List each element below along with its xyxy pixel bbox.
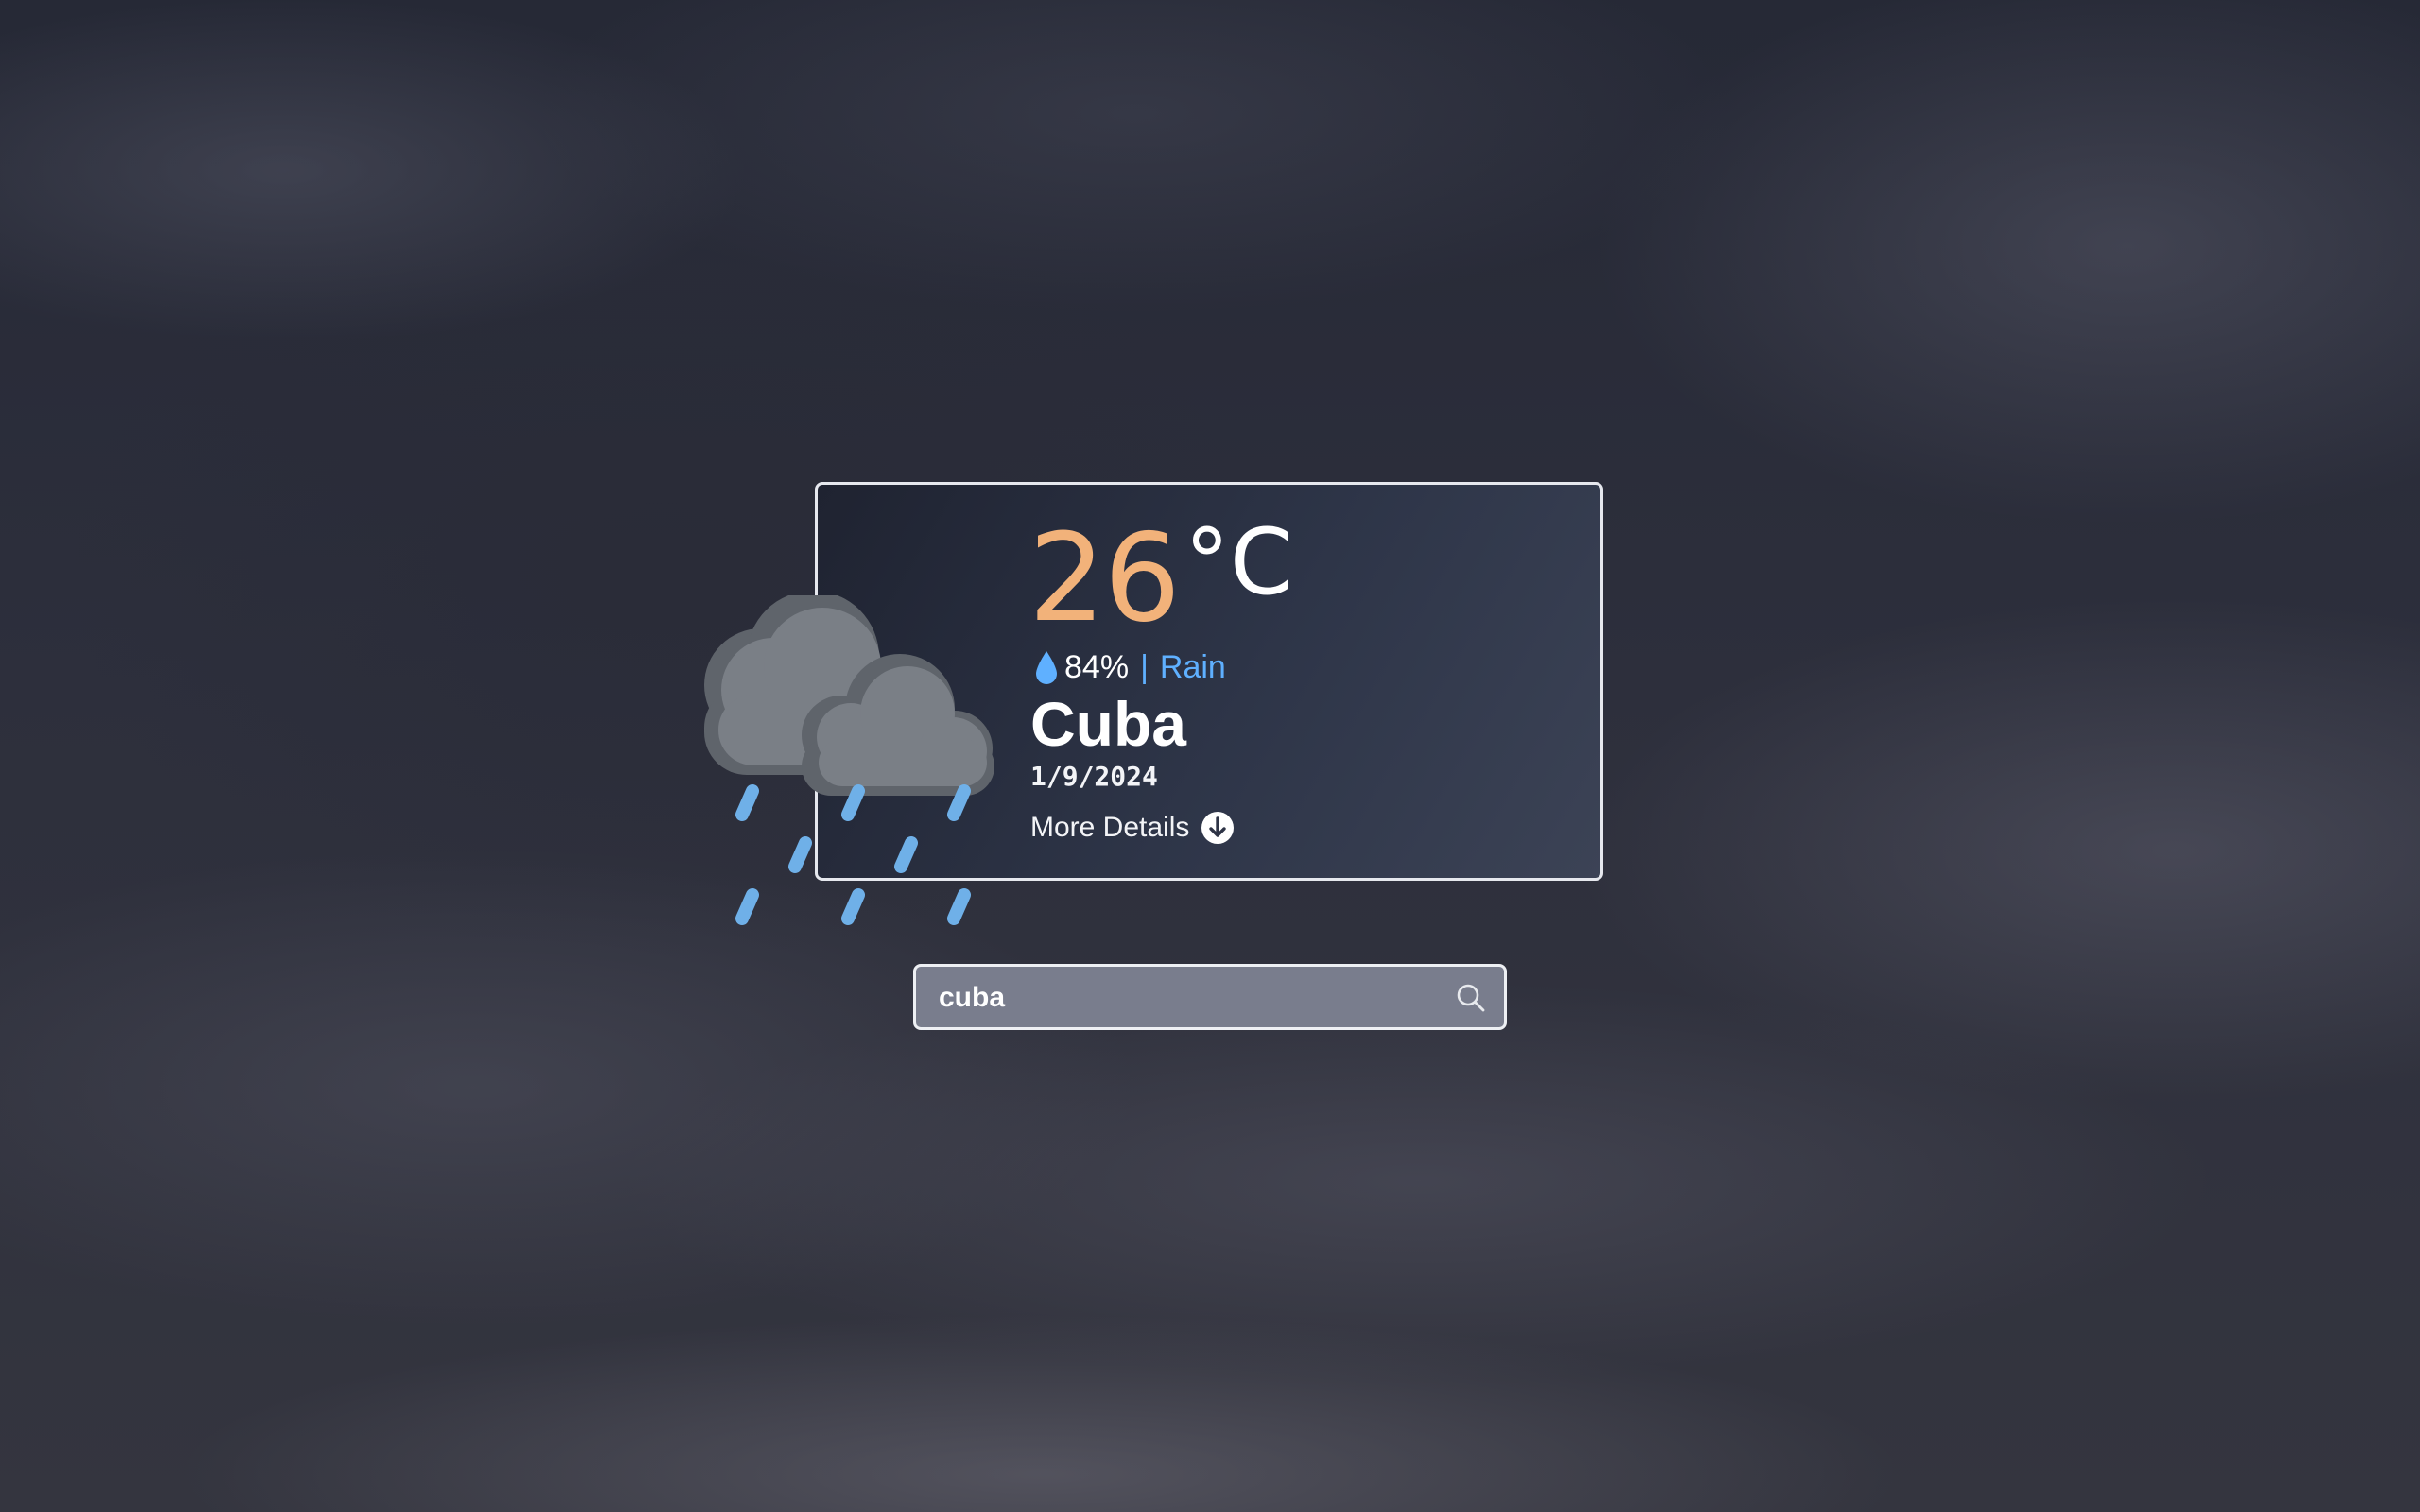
- search-input[interactable]: [937, 974, 1413, 1022]
- temperature-value: 26: [1028, 508, 1181, 649]
- weather-condition: Rain: [1159, 649, 1226, 685]
- temperature-unit: °C: [1184, 509, 1293, 615]
- more-details-label: More Details: [1030, 812, 1190, 843]
- cloud-rain-icon: [704, 595, 994, 925]
- city-name: Cuba: [1030, 689, 1186, 759]
- separator: |: [1140, 649, 1149, 685]
- search-bar: [913, 964, 1507, 1030]
- search-icon[interactable]: [1453, 980, 1489, 1016]
- humidity-condition-row: 84% | Rain: [1034, 646, 1226, 688]
- temperature-display: 26°C: [1028, 509, 1293, 641]
- water-drop-icon: [1036, 651, 1057, 684]
- arrow-down-circle-icon: [1201, 812, 1235, 844]
- humidity-value: 84%: [1064, 649, 1130, 685]
- date-label: 1/9/2024: [1030, 761, 1158, 792]
- more-details-button[interactable]: More Details: [1030, 809, 1235, 847]
